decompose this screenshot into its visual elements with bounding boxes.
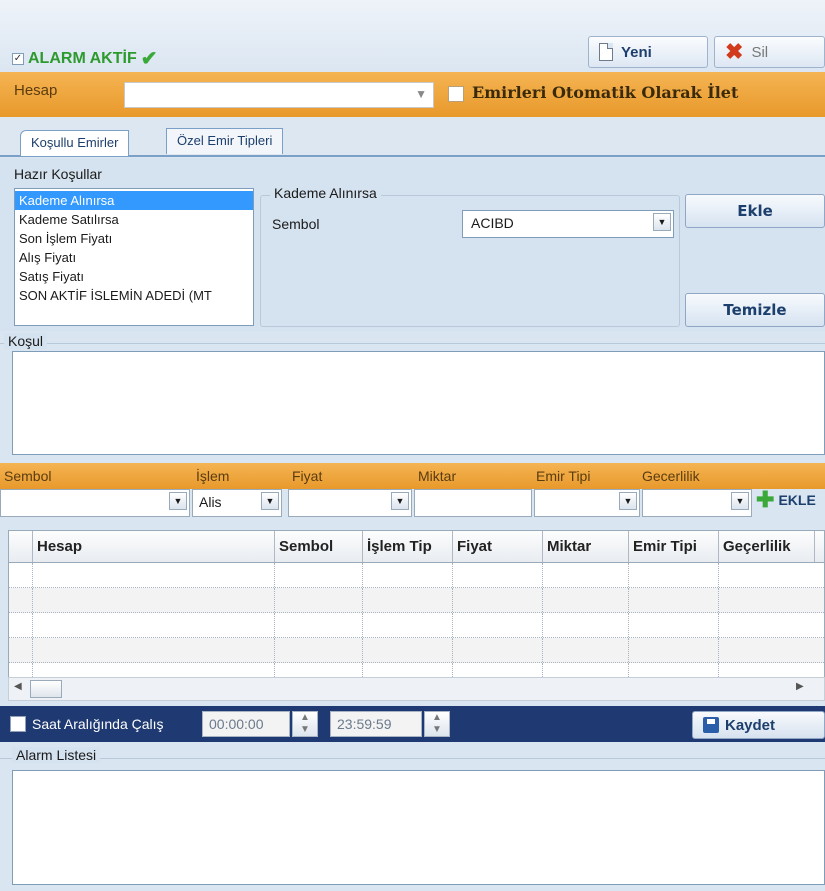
tab-conditional-orders[interactable]: Koşullu Emirler: [20, 130, 130, 156]
list-item[interactable]: Kademe Satılırsa: [15, 210, 253, 229]
column-header[interactable]: Emir Tipi: [629, 531, 719, 562]
save-disk-icon: [703, 717, 719, 733]
table-row[interactable]: [9, 613, 824, 638]
list-item[interactable]: Kademe Alınırsa: [15, 191, 253, 210]
column-header[interactable]: Sembol: [275, 531, 363, 562]
symbol-combo[interactable]: ACIBD ▼: [462, 210, 674, 238]
add-condition-button[interactable]: Ekle: [685, 194, 825, 228]
orders-grid[interactable]: Hesap Sembol İşlem Tip Fiyat Miktar Emir…: [8, 530, 825, 692]
column-header[interactable]: Fiyat: [453, 531, 543, 562]
list-item[interactable]: Alış Fiyatı: [15, 248, 253, 267]
new-button-label: Yeni: [621, 43, 652, 61]
order-quantity-input[interactable]: [414, 489, 532, 517]
divider: [0, 758, 825, 759]
condition-detail-title: Kademe Alınırsa: [270, 185, 381, 201]
end-time-spinner[interactable]: ▲ ▼: [424, 711, 450, 737]
chevron-down-icon[interactable]: ▼: [619, 492, 637, 510]
table-row[interactable]: [9, 563, 824, 588]
order-side-label: İşlem: [196, 468, 230, 484]
ready-conditions-list[interactable]: Kademe Alınırsa Kademe Satılırsa Son İşl…: [14, 188, 254, 326]
order-symbol-label: Sembol: [4, 468, 52, 484]
horizontal-scrollbar[interactable]: [8, 677, 825, 701]
condition-label: Koşul: [4, 333, 48, 349]
column-header[interactable]: İşlem Tip: [363, 531, 453, 562]
order-type-select[interactable]: ▼: [534, 489, 640, 517]
symbol-value: ACIBD: [471, 215, 514, 231]
save-button[interactable]: Kaydet: [692, 711, 825, 739]
alarm-list-box[interactable]: [12, 770, 825, 885]
chevron-down-icon[interactable]: ▼: [415, 87, 427, 101]
list-item[interactable]: Son İşlem Fiyatı: [15, 229, 253, 248]
chevron-down-icon[interactable]: ▼: [261, 492, 279, 510]
auto-send-label: Emirleri Otomatik Olarak İlet: [472, 83, 739, 102]
time-range-checkbox[interactable]: [10, 716, 26, 732]
green-check-icon: ✔: [140, 48, 158, 70]
order-symbol-select[interactable]: ▼: [0, 489, 190, 517]
chevron-down-icon[interactable]: ▼: [391, 492, 409, 510]
delete-button-label: Sil: [751, 43, 769, 61]
order-validity-label: Gecerlilik: [642, 468, 700, 484]
divider: [0, 343, 825, 344]
scrollbar-thumb[interactable]: [30, 680, 62, 698]
list-item[interactable]: SON AKTİF İSLEMİN ADEDİ (MT: [15, 286, 253, 305]
new-button[interactable]: Yeni: [588, 36, 708, 68]
chevron-down-icon[interactable]: ▼: [731, 492, 749, 510]
order-entry-bar: [0, 463, 825, 489]
start-time-field[interactable]: 00:00:00: [202, 711, 290, 737]
alarm-active-toggle[interactable]: ✓ ALARM AKTİF ✔: [12, 46, 157, 71]
order-side-value: Alis: [199, 494, 222, 510]
add-order-button[interactable]: ✚ EKLE: [756, 487, 816, 512]
alarm-list-label: Alarm Listesi: [12, 747, 101, 763]
column-header[interactable]: Geçerlilik: [719, 531, 815, 562]
scroll-left-icon[interactable]: ◀: [14, 681, 22, 692]
save-button-label: Kaydet: [725, 716, 776, 734]
alarm-active-label: ALARM AKTİF: [28, 49, 137, 67]
ready-conditions-label: Hazır Koşullar: [14, 166, 102, 182]
order-price-label: Fiyat: [292, 468, 323, 484]
grid-row-indicator: [9, 531, 33, 562]
chevron-down-icon[interactable]: ▼: [653, 213, 671, 231]
account-label: Hesap: [14, 82, 58, 99]
column-header[interactable]: Miktar: [543, 531, 629, 562]
chevron-down-icon[interactable]: ▼: [169, 492, 187, 510]
order-type-label: Emir Tipi: [536, 468, 591, 484]
scroll-right-icon[interactable]: ▶: [796, 681, 804, 692]
delete-button[interactable]: ✖ Sil: [714, 36, 825, 68]
start-time-spinner[interactable]: ▲ ▼: [292, 711, 318, 737]
grid-header: Hesap Sembol İşlem Tip Fiyat Miktar Emir…: [9, 531, 824, 563]
condition-textarea[interactable]: [12, 351, 825, 455]
clear-button[interactable]: Temizle: [685, 293, 825, 327]
order-quantity-label: Miktar: [418, 468, 457, 484]
order-side-select[interactable]: Alis ▼: [192, 489, 282, 517]
column-header[interactable]: Hesap: [33, 531, 275, 562]
end-time-field[interactable]: 23:59:59: [330, 711, 422, 737]
symbol-label: Sembol: [272, 216, 320, 232]
order-price-select[interactable]: ▼: [288, 489, 412, 517]
auto-send-checkbox[interactable]: [448, 86, 464, 102]
account-combo[interactable]: ▼: [124, 82, 434, 108]
plus-icon: ✚: [756, 487, 775, 512]
order-validity-select[interactable]: ▼: [642, 489, 752, 517]
list-item[interactable]: Satış Fiyatı: [15, 267, 253, 286]
alarm-active-checkbox[interactable]: ✓: [12, 52, 24, 65]
table-row[interactable]: [9, 588, 824, 613]
time-range-label: Saat Aralığında Çalış: [32, 716, 164, 732]
table-row[interactable]: [9, 638, 824, 663]
new-document-icon: [599, 43, 613, 61]
delete-x-icon: ✖: [725, 39, 744, 64]
tab-special-order-types[interactable]: Özel Emir Tipleri: [166, 128, 284, 154]
add-order-label: EKLE: [778, 492, 816, 508]
